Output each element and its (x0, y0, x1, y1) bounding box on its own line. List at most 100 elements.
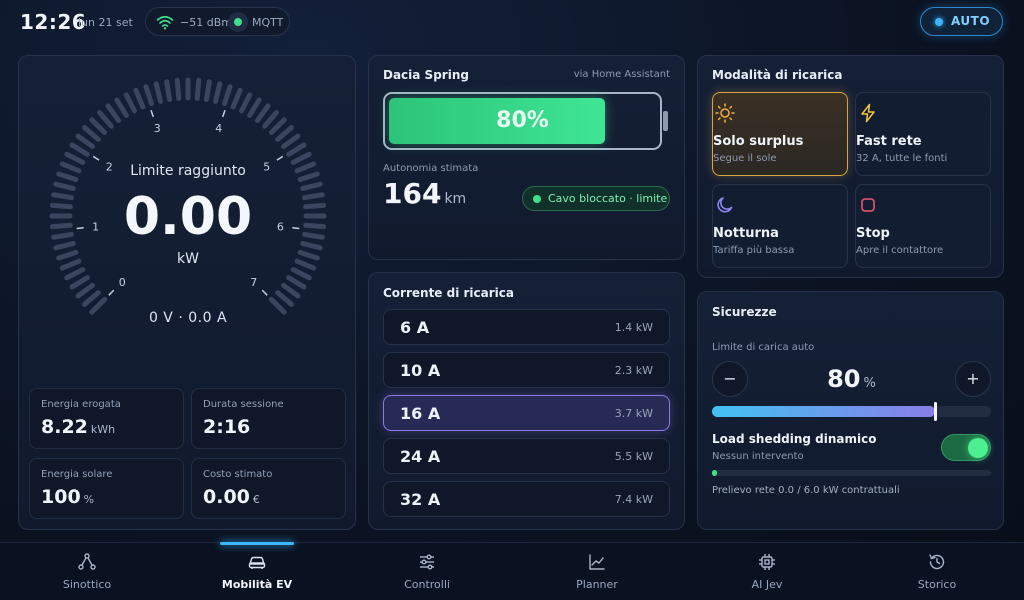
gauge-segment (143, 84, 155, 107)
bottom-navigation: Sinottico Mobilità EV Controlli Planner … (0, 542, 1024, 600)
gauge-segment (286, 142, 307, 157)
gauge-unit: kW (177, 251, 199, 267)
gauge-segment (89, 117, 108, 136)
current-option-6a[interactable]: 6 A 1.4 kW (383, 309, 670, 345)
wifi-icon (156, 15, 174, 30)
gauge-segment (286, 275, 307, 290)
gauge-tick-label: 3 (154, 122, 161, 135)
nav-label: Planner (576, 578, 618, 591)
cable-status-badge: Cavo bloccato · limite (522, 186, 670, 211)
mode-name: Solo surplus (713, 134, 804, 149)
stat-estimated-cost: Costo stimato 0.00 € (191, 458, 346, 519)
current-option-16a[interactable]: 16 A 3.7 kW (383, 395, 670, 431)
gauge-segment (75, 133, 96, 150)
gauge-segment (268, 117, 287, 136)
history-icon (929, 554, 945, 570)
current-option-10a[interactable]: 10 A 2.3 kW (383, 352, 670, 388)
date: lun 21 set (78, 16, 133, 29)
current-option-24a[interactable]: 24 A 5.5 kW (383, 438, 670, 474)
gauge-segment (133, 87, 146, 110)
chip-icon (759, 554, 775, 570)
charge-limit-slider-thumb[interactable] (934, 402, 938, 421)
nav-item-controlli[interactable]: Controlli (367, 543, 487, 600)
gauge-tick-label: 7 (250, 276, 257, 289)
load-shedding-toggle[interactable] (941, 434, 991, 461)
gauge-segment (213, 81, 223, 104)
cable-status-dot (533, 195, 541, 203)
increase-limit-button[interactable]: + (955, 361, 991, 397)
vehicle-battery-panel: Dacia Spring via Home Assistant 80% Auto… (368, 55, 685, 260)
mode-night[interactable]: Notturna Tariffa più bassa (712, 184, 848, 268)
gauge-segment (280, 133, 301, 150)
mode-solar-surplus[interactable]: Solo surplus Segue il sole (712, 92, 848, 176)
nav-item-mobilita-ev[interactable]: Mobilità EV (197, 542, 317, 600)
gauge-segment (239, 92, 253, 114)
safety-panel: Sicurezze Limite di carica auto − 80% + … (697, 291, 1004, 530)
stat-session-duration: Durata sessione 2:16 (191, 388, 346, 449)
gauge-major-tick (108, 289, 115, 296)
nav-item-ai-jev[interactable]: AI Jev (707, 543, 827, 600)
mode-name: Stop (856, 226, 890, 241)
gauge-segment (69, 142, 90, 157)
gauge-major-tick (276, 155, 284, 161)
nav-label: Sinottico (62, 578, 112, 591)
gauge-segment (105, 103, 122, 124)
nav-item-storico[interactable]: Storico (877, 543, 997, 600)
gauge-major-tick (92, 155, 100, 161)
chart-line-icon (589, 554, 605, 570)
gauge-segment (164, 79, 173, 102)
current-amps: 16 A (400, 404, 441, 423)
charging-current-panel: Corrente di ricarica 6 A 1.4 kW 10 A 2.3… (368, 272, 685, 530)
current-amps: 24 A (400, 447, 441, 466)
gauge-segment (247, 97, 262, 118)
stat-value: 2:16 (203, 416, 251, 438)
stat-label: Energia erogata (41, 399, 121, 410)
mqtt-status-dot (234, 18, 242, 26)
gauge-segment (114, 97, 129, 118)
car-icon (248, 556, 266, 569)
mode-stop[interactable]: Stop Apre il contattore (855, 184, 991, 268)
current-kw: 1.4 kW (614, 321, 653, 334)
mode-description: Tariffa più bassa (713, 245, 795, 256)
gauge-segment (123, 92, 137, 114)
power-gauge-panel: 01234567 Limite raggiunto 0.00 kW 0 V · … (18, 55, 356, 530)
mode-fast-grid[interactable]: Fast rete 32 A, tutte le fonti (855, 92, 991, 176)
safety-panel-title: Sicurezze (712, 305, 777, 319)
app-frame: 12:26 lun 21 set −51 dBm MQTT AUTO 01234… (0, 0, 1024, 600)
auto-mode-label: AUTO (951, 14, 991, 28)
current-kw: 3.7 kW (614, 407, 653, 420)
charge-limit-slider-fill (712, 406, 936, 417)
charge-limit-label: Limite di carica auto (712, 342, 815, 353)
vehicle-name: Dacia Spring (383, 68, 469, 82)
charge-limit-slider[interactable] (712, 402, 991, 421)
stat-solar-energy: Energia solare 100% (29, 458, 184, 519)
stat-value: 8.22 kWh (41, 416, 116, 438)
clock: 12:26 (20, 10, 87, 34)
stat-label: Costo stimato (203, 469, 273, 480)
gauge-segment (230, 87, 243, 110)
gauge-segment (75, 282, 96, 299)
gauge-tick-label: 4 (215, 122, 222, 135)
mqtt-status-indicator (228, 12, 248, 32)
gauge-segment (64, 267, 86, 281)
sun-icon (715, 103, 735, 123)
grid-draw-text: Prelievo rete 0.0 / 6.0 kW contrattuali (712, 485, 900, 496)
nav-item-sinottico[interactable]: Sinottico (27, 543, 147, 600)
range-label: Autonomia stimata (383, 163, 479, 174)
current-option-32a[interactable]: 32 A 7.4 kW (383, 481, 670, 517)
nav-active-indicator (220, 542, 294, 545)
moon-icon (717, 197, 733, 213)
cable-status-label: Cavo bloccato · limite (548, 192, 668, 205)
sliders-icon (420, 554, 434, 570)
gauge-segment (203, 79, 212, 102)
gauge-segment (262, 110, 279, 129)
top-bar: 12:26 lun 21 set −51 dBm MQTT AUTO (0, 0, 1024, 44)
mode-description: 32 A, tutte le fonti (856, 153, 948, 164)
gauge-tick-label: 0 (119, 276, 126, 289)
gauge-power-value: 0.00 (123, 187, 253, 247)
stat-label: Energia solare (41, 469, 113, 480)
auto-mode-button[interactable]: AUTO (920, 7, 1003, 36)
gauge-segment (254, 103, 271, 124)
nav-item-planner[interactable]: Planner (537, 543, 657, 600)
nav-label: Mobilità EV (221, 578, 293, 591)
